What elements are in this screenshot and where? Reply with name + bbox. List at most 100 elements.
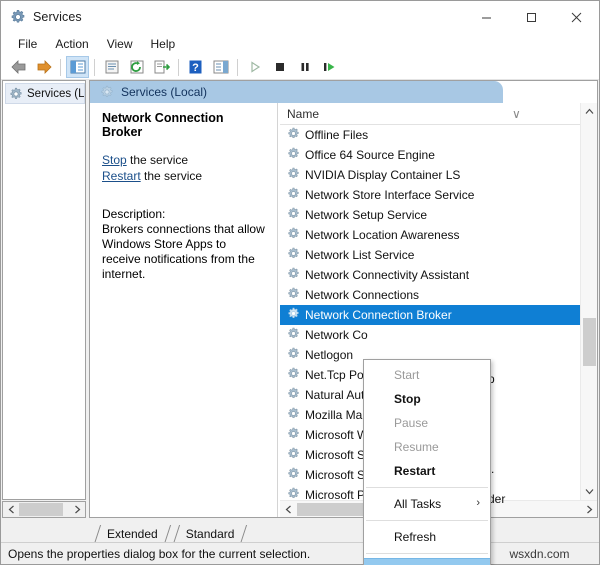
pause-service-icon[interactable]: [293, 56, 316, 78]
service-name-label: Microsoft S: [305, 448, 365, 462]
chevron-right-icon: ›: [476, 497, 480, 509]
menu-item-stop[interactable]: Stop: [364, 387, 490, 411]
tab-services-local[interactable]: Services (Local): [90, 81, 503, 103]
status-text: Opens the properties dialog box for the …: [1, 547, 369, 561]
service-name-label: Mozilla Ma: [305, 408, 362, 422]
table-row[interactable]: Network Setup Service: [280, 205, 597, 225]
services-gear-icon: [100, 85, 114, 99]
toolbar-separator: [60, 59, 61, 76]
service-name-label: NVIDIA Display Container LS: [305, 168, 460, 182]
restart-service-link[interactable]: Restart: [102, 169, 141, 183]
chevron-down-icon[interactable]: ∨: [512, 107, 521, 121]
menu-item-label: Refresh: [394, 530, 436, 544]
service-name-label: Microsoft W: [305, 428, 368, 442]
scroll-left-icon[interactable]: [280, 502, 296, 517]
list-vertical-scrollbar[interactable]: [580, 103, 597, 500]
service-name-label: Network List Service: [305, 248, 414, 262]
services-window: Services File Action View Help: [0, 0, 600, 565]
service-name-label: Network Connections: [305, 288, 419, 302]
show-action-pane-icon[interactable]: [209, 56, 232, 78]
toolbar-separator: [178, 59, 179, 76]
service-gear-icon: [287, 147, 300, 163]
main-body: Services (Loca: [1, 80, 599, 512]
pane-divider[interactable]: [277, 103, 278, 518]
view-tabs: Extended Standard: [89, 522, 598, 544]
menu-item-restart[interactable]: Restart: [364, 459, 490, 483]
menu-item-start: Start: [364, 363, 490, 387]
service-gear-icon: [287, 167, 300, 183]
window-controls: [464, 1, 599, 33]
help-icon[interactable]: ?: [184, 56, 207, 78]
toolbar: ?: [1, 55, 599, 80]
table-row[interactable]: Network Connection Broker: [280, 305, 597, 325]
scroll-right-icon[interactable]: [581, 502, 597, 517]
service-gear-icon: [287, 207, 300, 223]
back-icon[interactable]: [7, 56, 30, 78]
scroll-up-icon[interactable]: [581, 103, 598, 120]
service-gear-icon: [287, 367, 300, 383]
start-service-icon[interactable]: [243, 56, 266, 78]
export-list-icon[interactable]: [150, 56, 173, 78]
scroll-down-icon[interactable]: [581, 483, 598, 500]
service-gear-icon: [287, 267, 300, 283]
service-gear-icon: [287, 447, 300, 463]
menu-help[interactable]: Help: [142, 35, 185, 54]
properties-icon[interactable]: [100, 56, 123, 78]
maximize-button[interactable]: [509, 1, 554, 33]
table-row[interactable]: Network Store Interface Service: [280, 185, 597, 205]
menu-item-resume: Resume: [364, 435, 490, 459]
stop-service-line: Stop the service: [102, 153, 267, 167]
service-name-label: Network Co: [305, 328, 368, 342]
occluded-text-fragment: .: [491, 462, 494, 476]
table-row[interactable]: Network Location Awareness: [280, 225, 597, 245]
forward-icon[interactable]: [32, 56, 55, 78]
service-gear-icon: [287, 347, 300, 363]
table-row[interactable]: Office 64 Source Engine: [280, 145, 597, 165]
console-tree-pane: Services (Loca: [2, 80, 86, 500]
service-name-label: Offline Files: [305, 128, 368, 142]
service-gear-icon: [287, 187, 300, 203]
scroll-right-icon[interactable]: [69, 502, 85, 517]
menu-view[interactable]: View: [98, 35, 142, 54]
scroll-left-icon[interactable]: [3, 502, 19, 517]
menu-item-all-tasks[interactable]: All Tasks›: [364, 492, 490, 516]
restart-service-suffix: the service: [141, 169, 202, 183]
tree-item-services-local[interactable]: Services (Loca: [5, 83, 85, 104]
service-name-label: Net.Tcp Po: [305, 368, 364, 382]
table-row[interactable]: NVIDIA Display Container LS: [280, 165, 597, 185]
service-name-label: Network Connection Broker: [305, 308, 452, 322]
menu-action[interactable]: Action: [46, 35, 97, 54]
list-vscroll-thumb[interactable]: [583, 318, 596, 366]
menu-item-refresh[interactable]: Refresh: [364, 525, 490, 549]
table-row[interactable]: Network Co: [280, 325, 597, 345]
stop-service-link[interactable]: Stop: [102, 153, 127, 167]
stop-service-icon[interactable]: [268, 56, 291, 78]
menu-item-properties[interactable]: Properties: [364, 558, 490, 565]
menu-item-label: Start: [394, 368, 419, 382]
tree-hscroll-thumb[interactable]: [19, 503, 63, 516]
table-row[interactable]: Network Connections: [280, 285, 597, 305]
show-hide-console-tree-icon[interactable]: [66, 56, 89, 78]
menu-file[interactable]: File: [9, 35, 46, 54]
table-row[interactable]: Network Connectivity Assistant: [280, 265, 597, 285]
tree-horizontal-scrollbar[interactable]: [2, 501, 86, 518]
table-row[interactable]: Offline Files: [280, 125, 597, 145]
window-title: Services: [33, 10, 82, 24]
minimize-button[interactable]: [464, 1, 509, 33]
tab-label: Services (Local): [121, 85, 207, 99]
restart-service-icon[interactable]: [318, 56, 341, 78]
status-bar: Opens the properties dialog box for the …: [1, 542, 599, 564]
service-gear-icon: [287, 327, 300, 343]
table-row[interactable]: Network List Service: [280, 245, 597, 265]
menu-separator: [366, 487, 488, 488]
service-name-label: Microsoft S: [305, 468, 365, 482]
service-name-label: Netlogon: [305, 348, 353, 362]
list-column-header[interactable]: Name ∨: [280, 103, 597, 125]
service-gear-icon: [287, 247, 300, 263]
refresh-icon[interactable]: [125, 56, 148, 78]
close-button[interactable]: [554, 1, 599, 33]
service-description-panel: Network Connection Broker Stop the servi…: [90, 103, 277, 518]
tree-hscroll-track[interactable]: [19, 502, 69, 517]
service-gear-icon: [287, 427, 300, 443]
service-context-menu: StartStopPauseResumeRestartAll Tasks›Ref…: [363, 359, 491, 565]
